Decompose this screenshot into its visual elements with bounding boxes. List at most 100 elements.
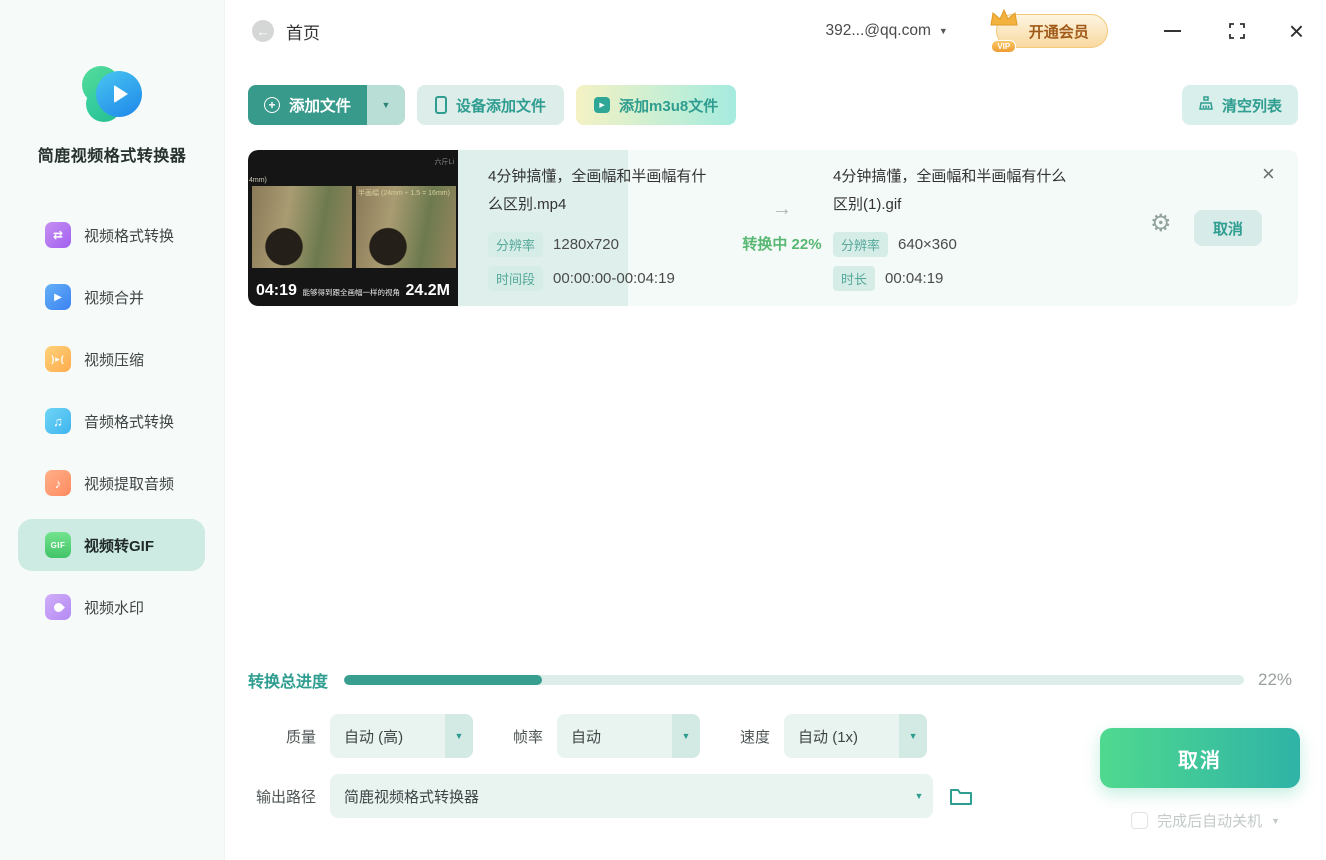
sidebar-item-video-to-gif[interactable]: GIF 视频转GIF xyxy=(0,514,224,576)
output-path-label: 输出路径 xyxy=(255,788,316,806)
row-cancel-button[interactable]: 取消 xyxy=(1194,210,1263,246)
quality-label: 质量 xyxy=(285,728,316,746)
caret-down-icon: ▼ xyxy=(672,714,701,758)
auto-shutdown-label: 完成后自动关机 xyxy=(1157,813,1263,830)
app-window: 简鹿视频格式转换器 ⇄ 视频格式转换 ▶ 视频合并 )▸( 视频压缩 ♫ 音频格… xyxy=(0,0,1326,860)
resolution-badge: 分辨率 xyxy=(833,231,889,257)
thumbnail-caption-left: 4mm) xyxy=(249,177,267,184)
toolbar: + 添加文件 ▼ 设备添加文件 ▶ 添加m3u8文件 清空列表 xyxy=(248,85,1298,125)
framerate-select[interactable]: 自动 ▼ xyxy=(557,714,701,758)
play-icon xyxy=(114,85,128,103)
add-file-label: 添加文件 xyxy=(289,98,352,115)
output-path-value: 简鹿视频格式转换器 xyxy=(344,788,480,806)
cancel-all-button[interactable]: 取消 xyxy=(1100,728,1300,788)
target-file-info: 4分钟搞懂，全画幅和半画幅有什么区别(1).gif 分辨率 640×360 时长… xyxy=(833,163,1073,291)
crown-icon: VIP xyxy=(983,7,1025,54)
broom-icon xyxy=(1198,95,1214,115)
speed-label: 速度 xyxy=(740,728,771,746)
target-duration-row: 时长 00:04:19 xyxy=(833,265,1073,291)
duration-badge: 时长 xyxy=(833,265,876,291)
add-file-button[interactable]: + 添加文件 xyxy=(248,85,368,125)
timerange-badge: 时间段 xyxy=(488,265,544,291)
main-panel: ← 首页 392...@qq.com ▼ VIP 开通会员 × + 添加文件 ▼… xyxy=(225,0,1326,860)
speed-select[interactable]: 自动 (1x) ▼ xyxy=(784,714,928,758)
device-add-label: 设备添加文件 xyxy=(456,97,547,115)
gear-icon[interactable]: ⚙ xyxy=(1150,212,1172,236)
logo-blue-circle xyxy=(96,71,142,117)
thumbnail-overlay-bar: 04:19 能够得到跟全画幅一样的视角 24.2M xyxy=(256,282,450,300)
thumbnail-filesize: 24.2M xyxy=(405,282,450,299)
sidebar-item-video-format-convert[interactable]: ⇄ 视频格式转换 xyxy=(0,204,224,266)
sidebar-menu: ⇄ 视频格式转换 ▶ 视频合并 )▸( 视频压缩 ♫ 音频格式转换 ♪ 视频提取… xyxy=(0,204,224,638)
caret-down-icon: ▼ xyxy=(1271,815,1280,826)
framerate-value: 自动 xyxy=(571,728,602,746)
sidebar: 简鹿视频格式转换器 ⇄ 视频格式转换 ▶ 视频合并 )▸( 视频压缩 ♫ 音频格… xyxy=(0,0,225,860)
thumbnail-duration: 04:19 xyxy=(256,282,297,299)
target-duration-value: 00:04:19 xyxy=(885,269,944,287)
video-to-gif-icon: GIF xyxy=(45,532,71,558)
source-resolution-row: 分辨率 1280x720 xyxy=(488,231,716,257)
video-format-convert-icon: ⇄ xyxy=(45,222,71,248)
total-progress-row: 转换总进度 22% xyxy=(248,660,1298,700)
speed-value: 自动 (1x) xyxy=(798,728,859,746)
titlebar: ← 首页 392...@qq.com ▼ VIP 开通会员 × xyxy=(225,0,1326,62)
framerate-label: 帧率 xyxy=(513,728,544,746)
caret-down-icon: ▼ xyxy=(938,26,948,36)
titlebar-right: 392...@qq.com ▼ VIP 开通会员 × xyxy=(826,8,1304,53)
sidebar-item-audio-format-convert[interactable]: ♫ 音频格式转换 xyxy=(0,390,224,452)
output-path-select[interactable]: 简鹿视频格式转换器 ▼ xyxy=(330,774,933,818)
sidebar-item-extract-audio[interactable]: ♪ 视频提取音频 xyxy=(0,452,224,514)
thumbnail-watermark: 六斤Li xyxy=(434,159,454,166)
quality-value: 自动 (高) xyxy=(344,728,404,746)
extract-audio-icon: ♪ xyxy=(45,470,71,496)
audio-format-convert-icon: ♫ xyxy=(45,408,71,434)
device-add-file-button[interactable]: 设备添加文件 xyxy=(417,85,565,125)
close-icon[interactable]: × xyxy=(1289,18,1304,44)
source-resolution-value: 1280x720 xyxy=(553,235,619,253)
folder-icon[interactable] xyxy=(949,786,973,806)
clear-list-button[interactable]: 清空列表 xyxy=(1181,85,1298,125)
clear-list-label: 清空列表 xyxy=(1221,97,1282,115)
progress-bar xyxy=(344,675,1245,685)
add-file-dropdown-button[interactable]: ▼ xyxy=(367,85,406,125)
phone-icon xyxy=(435,96,448,114)
caret-down-icon: ▼ xyxy=(445,714,473,758)
arrow-right-icon: → xyxy=(772,198,792,220)
remove-file-icon[interactable]: × xyxy=(1262,163,1275,185)
vip-upgrade-button[interactable]: VIP 开通会员 xyxy=(990,8,1108,53)
auto-shutdown-option[interactable]: 完成后自动关机 ▼ xyxy=(1131,810,1280,831)
target-resolution-value: 640×360 xyxy=(898,235,957,253)
thumbnail-frame-left xyxy=(252,186,352,268)
maximize-icon[interactable] xyxy=(1228,23,1245,39)
page-title: 首页 xyxy=(286,23,320,43)
minimize-icon[interactable] xyxy=(1163,30,1181,32)
target-resolution-row: 分辨率 640×360 xyxy=(833,231,1073,257)
sidebar-item-video-compress[interactable]: )▸( 视频压缩 xyxy=(0,328,224,390)
sidebar-item-video-watermark[interactable]: 视频水印 xyxy=(0,576,224,638)
progress-percent: 22% xyxy=(1258,670,1293,689)
caret-down-icon: ▼ xyxy=(914,791,924,801)
bottom-panel: 转换总进度 22% 质量 自动 (高) ▼ 帧率 自动 ▼ 速度 自动 (1x)… xyxy=(225,660,1326,860)
auto-shutdown-checkbox[interactable] xyxy=(1131,812,1149,829)
caret-down-icon: ▼ xyxy=(899,714,928,758)
file-row: 4mm) 半画幅 (24mm ÷ 1.5 = 16mm) 六斤Li 04:19 … xyxy=(248,150,1298,306)
account-email: 392...@qq.com xyxy=(825,22,931,39)
total-progress-label: 转换总进度 xyxy=(248,674,329,691)
source-file-info: 4分钟搞懂，全画幅和半画幅有什么区别.mp4 分辨率 1280x720 时间段 … xyxy=(488,163,716,291)
conversion-status: → 转换中 22% xyxy=(737,150,827,306)
account-menu[interactable]: 392...@qq.com ▼ xyxy=(826,22,948,40)
video-thumbnail: 4mm) 半画幅 (24mm ÷ 1.5 = 16mm) 六斤Li 04:19 … xyxy=(248,150,458,306)
source-timerange-row: 时间段 00:00:00-00:04:19 xyxy=(488,265,716,291)
add-m3u8-button[interactable]: ▶ 添加m3u8文件 xyxy=(576,85,737,125)
thumbnail-subtitle: 能够得到跟全画幅一样的视角 xyxy=(302,288,400,297)
quality-select[interactable]: 自动 (高) ▼ xyxy=(330,714,473,758)
play-square-icon: ▶ xyxy=(594,97,611,113)
video-compress-icon: )▸( xyxy=(45,346,71,372)
plus-icon: + xyxy=(264,97,280,113)
progress-bar-fill xyxy=(344,675,543,685)
resolution-badge: 分辨率 xyxy=(488,231,544,257)
sidebar-item-video-merge[interactable]: ▶ 视频合并 xyxy=(0,266,224,328)
add-file-split-button: + 添加文件 ▼ xyxy=(248,85,406,125)
video-watermark-icon xyxy=(45,594,71,620)
back-button[interactable]: ← xyxy=(252,20,274,42)
